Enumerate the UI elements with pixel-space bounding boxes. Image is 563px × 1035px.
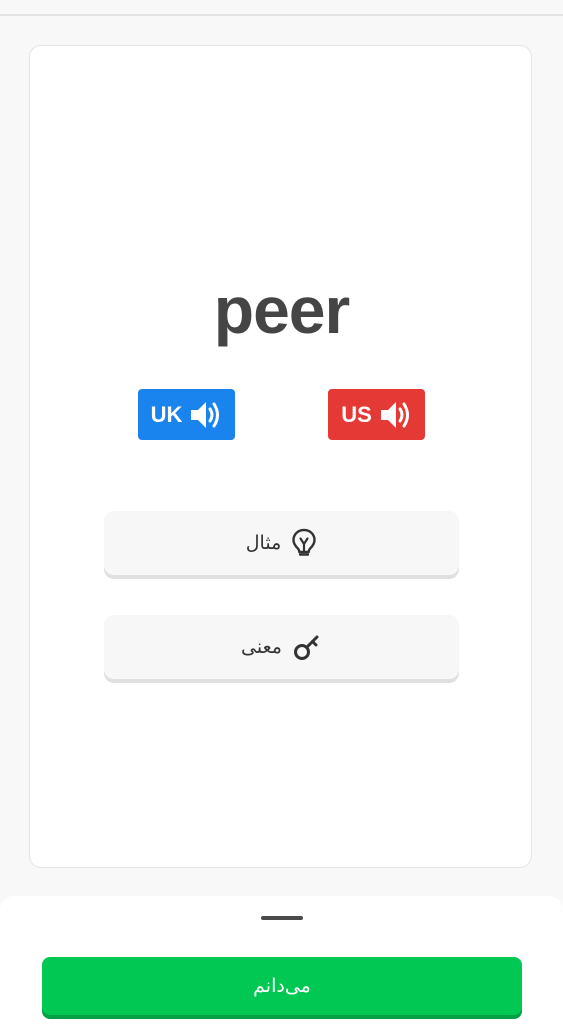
flashcard-word: peer bbox=[213, 273, 350, 347]
us-pronunciation-button[interactable]: US bbox=[328, 389, 425, 440]
drag-handle[interactable] bbox=[261, 916, 303, 920]
flashcard bbox=[29, 45, 532, 868]
i-know-button[interactable]: می‌دانم bbox=[42, 957, 522, 1015]
us-label: US bbox=[341, 401, 372, 427]
key-icon bbox=[292, 632, 322, 662]
uk-pronunciation-button[interactable]: UK bbox=[138, 389, 235, 440]
bottom-sheet: می‌دانم bbox=[0, 896, 563, 1035]
example-label: مثال bbox=[245, 532, 282, 554]
top-divider bbox=[0, 14, 563, 16]
uk-label: UK bbox=[150, 401, 183, 427]
speaker-icon bbox=[188, 398, 222, 432]
speaker-icon bbox=[378, 398, 412, 432]
lightbulb-icon bbox=[291, 528, 317, 558]
example-button[interactable]: مثال bbox=[104, 511, 459, 575]
meaning-button[interactable]: معنی bbox=[104, 615, 459, 679]
meaning-label: معنی bbox=[241, 636, 282, 658]
